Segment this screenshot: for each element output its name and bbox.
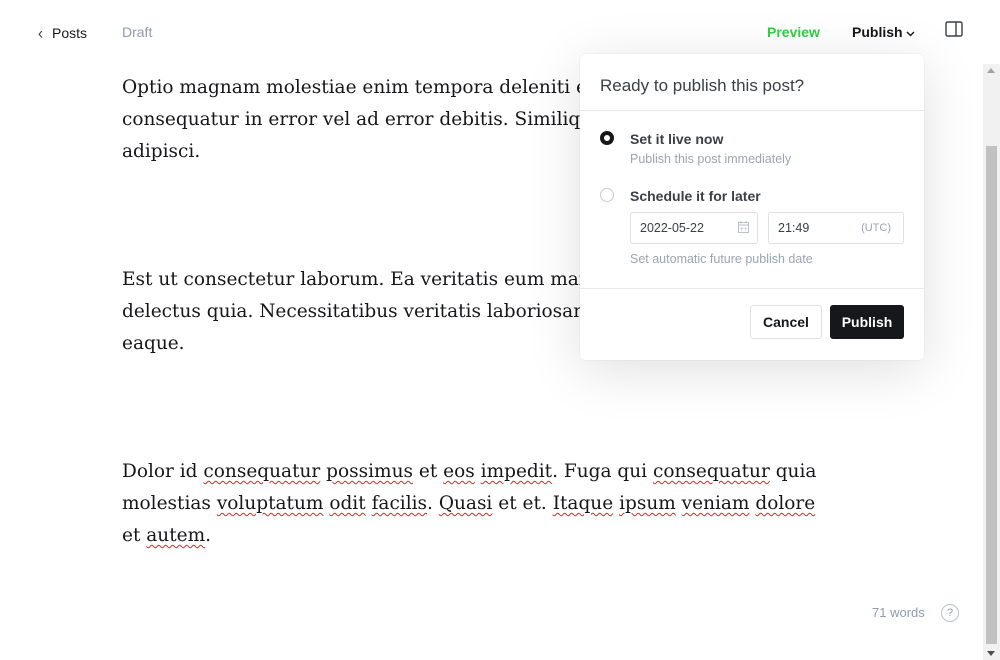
schedule-description: Set automatic future publish date bbox=[630, 252, 813, 266]
schedule-later-radio[interactable] bbox=[600, 188, 614, 202]
cancel-button[interactable]: Cancel bbox=[750, 305, 822, 339]
publish-button[interactable]: Publish bbox=[830, 305, 904, 339]
misspelled-word[interactable]: voluptatum bbox=[217, 493, 324, 514]
misspelled-word[interactable]: autem bbox=[146, 525, 205, 546]
scroll-up-arrow-icon[interactable] bbox=[987, 68, 995, 73]
schedule-date-value: 2022-05-22 bbox=[640, 221, 704, 235]
publish-menu-button[interactable]: Publish bbox=[852, 24, 915, 40]
timezone-label: (UTC) bbox=[861, 222, 891, 234]
word-count: 71 words bbox=[872, 605, 925, 620]
misspelled-word[interactable]: consequatur bbox=[203, 461, 320, 482]
popover-title: Ready to publish this post? bbox=[600, 76, 805, 95]
post-status: Draft bbox=[122, 24, 153, 40]
chevron-down-icon bbox=[906, 31, 915, 36]
misspelled-word[interactable]: consequatur bbox=[653, 461, 770, 482]
vertical-scrollbar[interactable] bbox=[983, 64, 1000, 660]
sidebar-toggle-icon[interactable] bbox=[945, 21, 963, 37]
misspelled-word[interactable]: possimus bbox=[326, 461, 413, 482]
misspelled-word[interactable]: Itaque bbox=[553, 493, 613, 514]
misspelled-word[interactable]: ipsum bbox=[619, 493, 676, 514]
publish-now-label[interactable]: Set it live now bbox=[630, 131, 723, 147]
schedule-time-value: 21:49 bbox=[778, 221, 810, 235]
publish-menu-label: Publish bbox=[852, 24, 903, 40]
back-label: Posts bbox=[52, 25, 88, 41]
preview-button[interactable]: Preview bbox=[767, 24, 820, 40]
misspelled-word[interactable]: odit bbox=[329, 493, 365, 514]
scrollbar-thumb[interactable] bbox=[986, 146, 997, 644]
misspelled-word[interactable]: Quasi bbox=[439, 493, 493, 514]
misspelled-word[interactable]: eos bbox=[443, 461, 475, 482]
misspelled-word[interactable]: veniam bbox=[682, 493, 750, 514]
misspelled-word[interactable]: impedit bbox=[481, 461, 552, 482]
calendar-icon[interactable] bbox=[738, 221, 749, 233]
publish-popover: Ready to publish this post? Set it live … bbox=[580, 54, 924, 360]
schedule-later-label[interactable]: Schedule it for later bbox=[630, 188, 761, 204]
back-to-posts-link[interactable]: ‹ Posts bbox=[38, 22, 87, 44]
misspelled-word[interactable]: dolore bbox=[755, 493, 815, 514]
schedule-time-input[interactable]: 21:49 (UTC) bbox=[768, 212, 904, 244]
paragraph-3[interactable]: Dolor id consequatur possimus et eos imp… bbox=[122, 456, 822, 552]
publish-now-radio[interactable] bbox=[600, 131, 614, 145]
chevron-left-icon: ‹ bbox=[38, 23, 43, 43]
help-icon[interactable]: ? bbox=[941, 604, 959, 622]
misspelled-word[interactable]: facilis bbox=[372, 493, 427, 514]
divider bbox=[580, 110, 924, 111]
publish-now-description: Publish this post immediately bbox=[630, 152, 792, 166]
scroll-down-arrow-icon[interactable] bbox=[987, 651, 995, 656]
schedule-date-input[interactable]: 2022-05-22 bbox=[630, 212, 758, 244]
divider bbox=[580, 288, 924, 289]
